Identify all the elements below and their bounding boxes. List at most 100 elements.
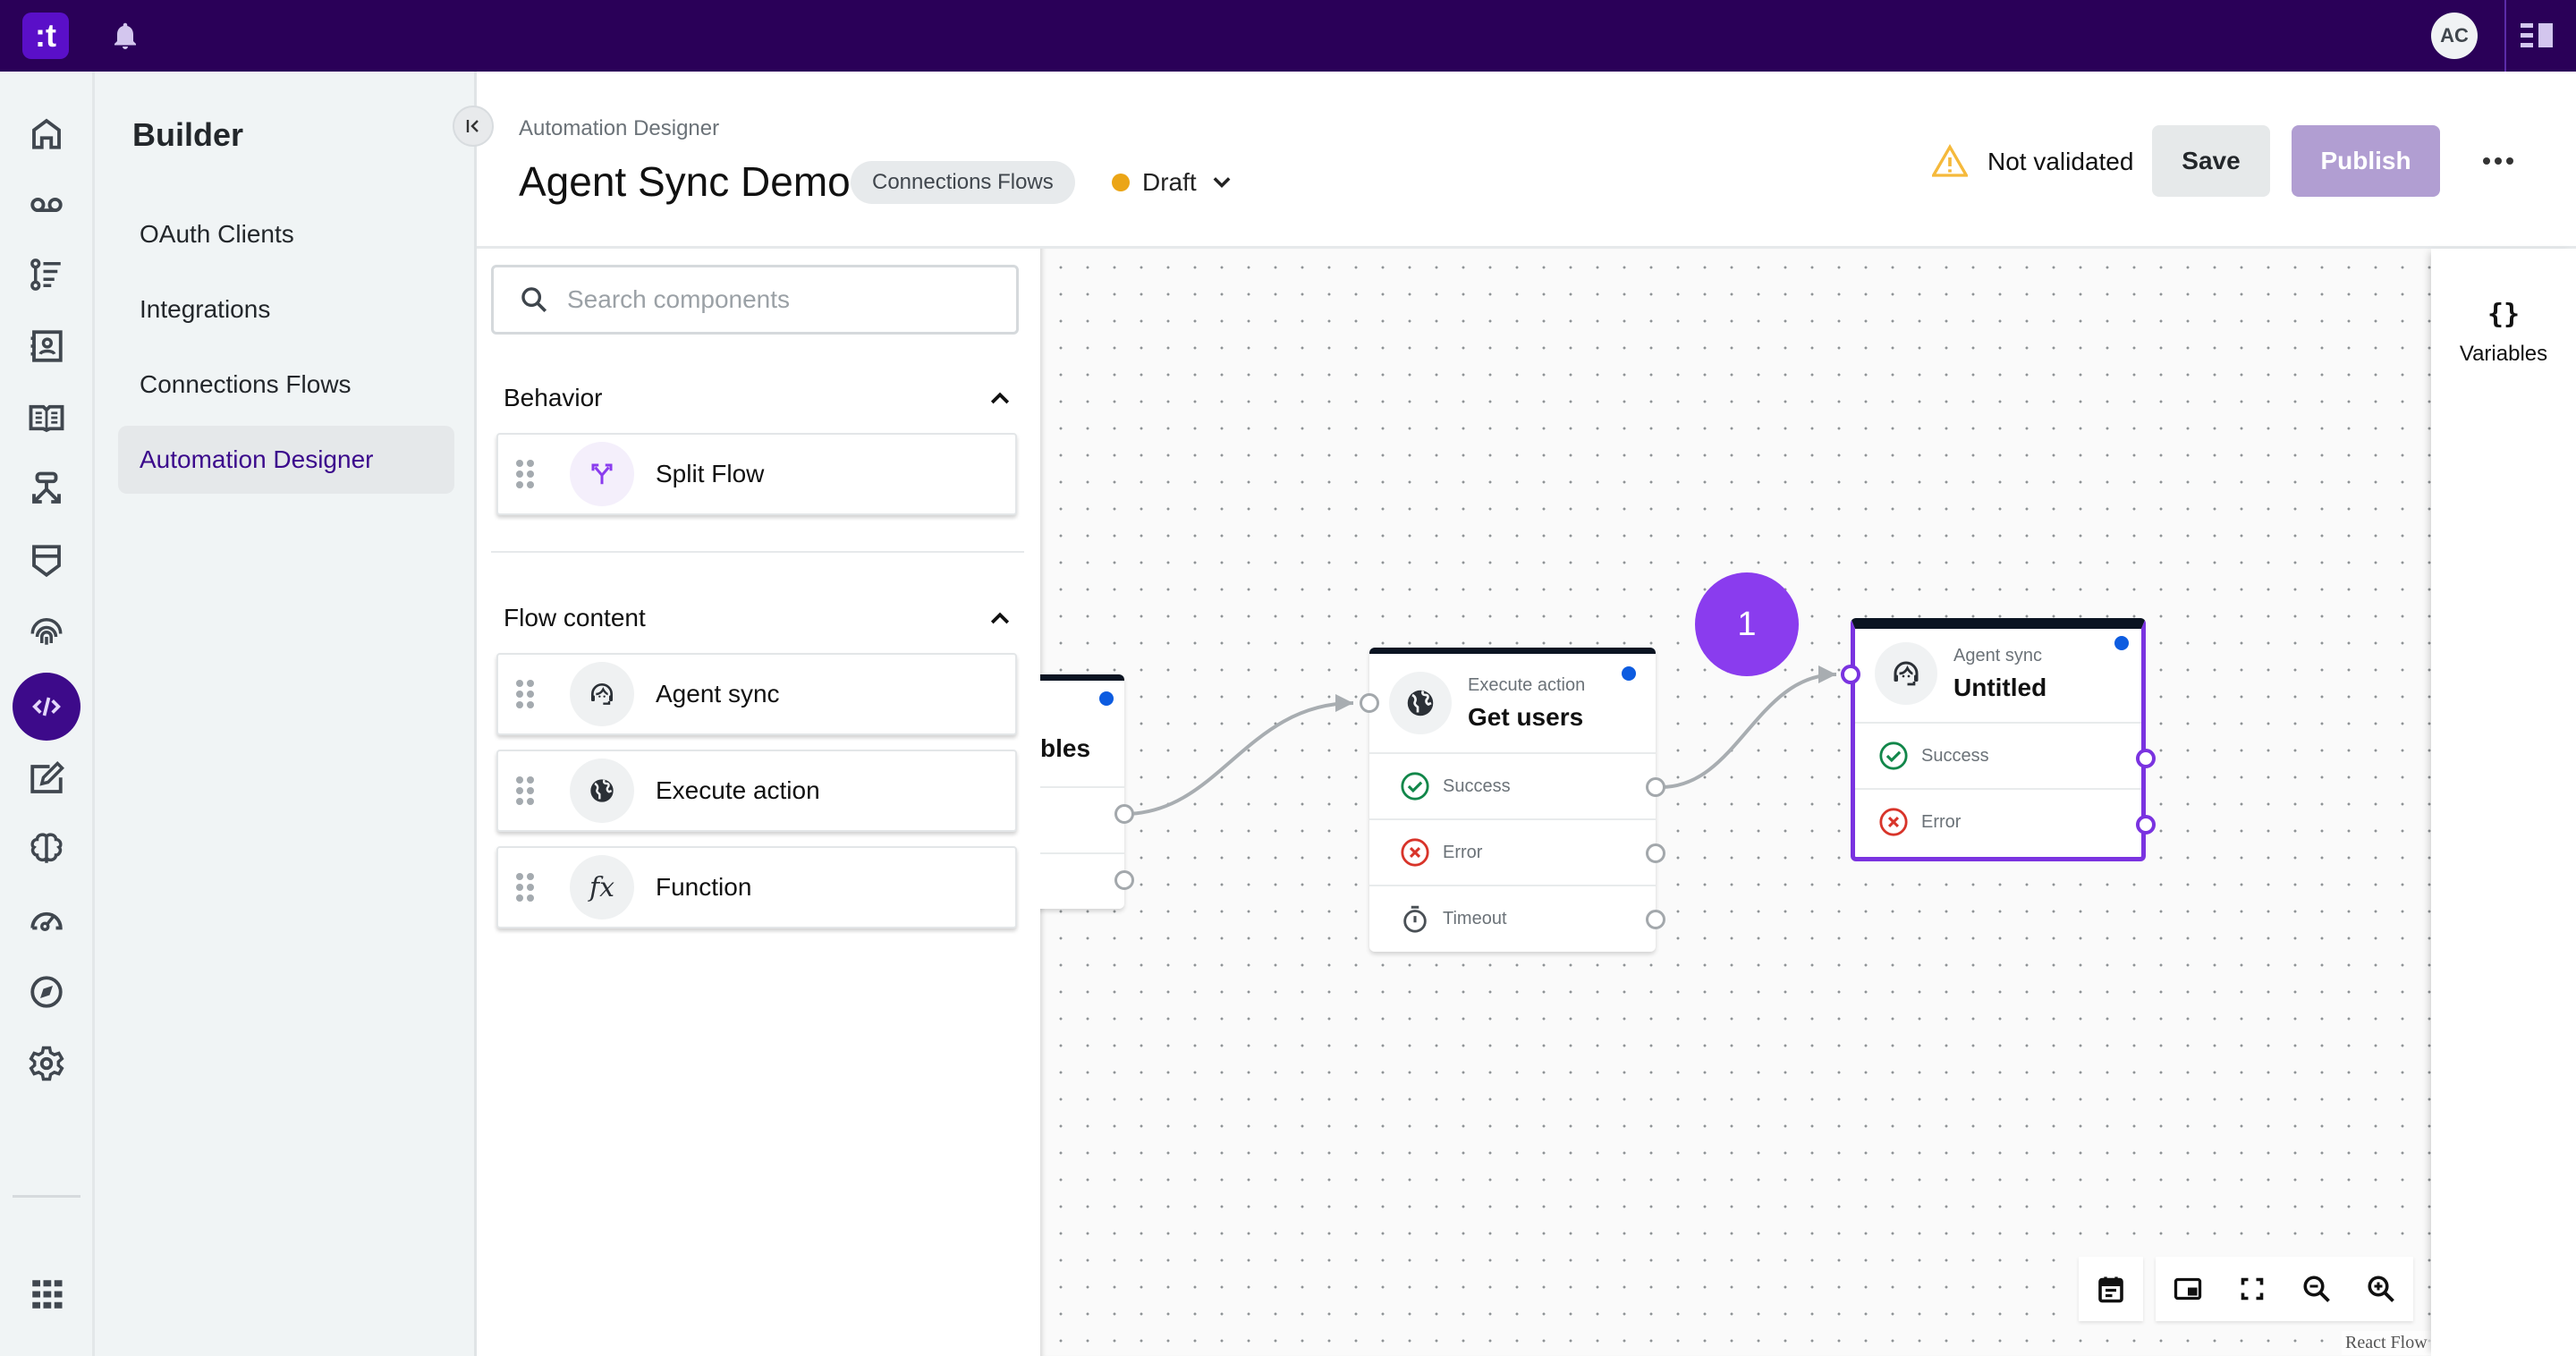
output-handle[interactable] [1114,870,1134,890]
section-divider [491,551,1024,553]
input-handle[interactable] [1360,693,1379,713]
app-logo[interactable]: :t [22,13,69,59]
component-agent-sync[interactable]: Agent sync [496,653,1017,735]
publish-button[interactable]: Publish [2292,125,2440,197]
user-avatar[interactable]: AC [2431,13,2478,59]
output-label: Success [1921,745,1989,766]
drag-handle-icon[interactable] [516,776,534,805]
drag-handle-icon[interactable] [516,460,534,488]
voicemail-icon[interactable] [24,182,69,227]
minimap-toggle-icon[interactable] [2156,1257,2220,1321]
node-output-row [1040,786,1124,852]
variables-panel[interactable]: {} Variables [2431,249,2576,1356]
sidebar-item-automation-designer[interactable]: Automation Designer [118,426,454,494]
node-name: Untitled [1953,673,2047,701]
output-handle-success[interactable] [1646,777,1665,797]
sidebar-item-connections-flows[interactable]: Connections Flows [118,351,454,419]
node-output-row [1040,852,1124,919]
page-title: Agent Sync Demo [519,158,851,205]
routing-icon[interactable] [24,467,69,512]
chevron-up-icon[interactable] [987,605,1013,631]
component-function[interactable]: fx Function [496,846,1017,928]
calendar-icon[interactable] [2079,1257,2143,1321]
apps-grid-icon[interactable] [24,1272,69,1317]
drag-handle-icon[interactable] [516,680,534,708]
output-label: Success [1443,775,1511,796]
node-output-success: Success [1855,722,2141,788]
home-icon[interactable] [24,111,69,156]
brain-icon[interactable] [24,826,69,871]
compass-icon[interactable] [24,970,69,1014]
search-field[interactable] [491,265,1019,335]
edge-get-users-to-agent-sync [1660,673,1837,789]
panel-toggle-icon[interactable] [2521,21,2556,50]
status-dot [1112,174,1130,191]
edge-variables-to-get-users [1123,701,1354,816]
edit-note-icon[interactable] [24,757,69,801]
collapse-sidebar-button[interactable] [453,106,494,147]
react-flow-attribution[interactable]: React Flow [2342,1331,2431,1355]
node-output-error: Error [1855,788,2141,854]
category-chip: Connections Flows [851,161,1075,204]
flow-node-agent-sync[interactable]: Agent sync Untitled Success Error [1851,618,2146,861]
speedometer-icon[interactable] [24,896,69,941]
drag-handle-icon[interactable] [516,873,534,902]
components-panel: Behavior Split Flow Flow content Agent s… [477,249,1040,1356]
component-label: Function [656,873,752,901]
breadcrumb[interactable]: Automation Designer [519,116,719,141]
settings-icon[interactable] [24,1041,69,1086]
fingerprint-icon[interactable] [24,608,69,653]
search-input[interactable] [567,285,996,314]
canvas-controls [2079,1257,2413,1321]
validation-status: Not validated [1932,140,2133,184]
component-execute-action[interactable]: Execute action [496,750,1017,832]
sidebar-item-label: Connections Flows [140,370,352,398]
braces-icon: {} [2487,299,2521,330]
sidebar-item-oauth-clients[interactable]: OAuth Clients [118,200,454,268]
error-x-icon [1879,808,1908,836]
knowledge-book-icon[interactable] [24,395,69,440]
status-dropdown[interactable]: Draft [1112,161,1234,204]
zoom-out-icon[interactable] [2284,1257,2349,1321]
shield-icon[interactable] [24,538,69,583]
edge-arrow [1335,694,1353,712]
sidebar-item-integrations[interactable]: Integrations [118,275,454,343]
save-button[interactable]: Save [2152,125,2270,197]
output-label: Timeout [1443,908,1507,928]
success-check-icon [1879,742,1908,770]
status-label: Draft [1142,168,1197,196]
section-flow-content-header[interactable]: Flow content [504,596,1013,640]
notifications-bell-icon[interactable] [109,20,141,52]
node-output-success: Success [1369,752,1656,818]
more-options-button[interactable] [2479,143,2518,179]
variables-label: Variables [2459,342,2548,366]
search-icon [521,287,547,313]
node-name: bles [1040,734,1091,762]
output-label: Error [1443,842,1483,862]
flow-node-get-users[interactable]: Execute action Get users Success Error T… [1369,648,1656,952]
zoom-in-icon[interactable] [2349,1257,2413,1321]
flow-node-variables[interactable]: bles [1040,674,1124,909]
agent-headset-icon [570,662,634,726]
output-handle[interactable] [1114,804,1134,824]
node-status-dot [1099,691,1114,706]
section-behavior-header[interactable]: Behavior [504,376,1013,420]
input-handle[interactable] [1841,665,1860,684]
output-handle-timeout[interactable] [1646,910,1665,929]
component-label: Split Flow [656,460,765,487]
output-handle-error[interactable] [2136,815,2156,835]
component-split-flow[interactable]: Split Flow [496,433,1017,515]
output-handle-success[interactable] [2136,749,2156,768]
globe-icon [570,759,634,823]
code-icon[interactable] [13,673,80,741]
builder-sidebar: Builder OAuth Clients Integrations Conne… [95,72,477,1356]
sidebar-title: Builder [132,116,244,153]
flow-canvas[interactable]: bles Execute action Get users Success Er… [1040,249,2431,1356]
chevron-up-icon[interactable] [987,385,1013,411]
success-check-icon [1401,772,1429,801]
journey-list-icon[interactable] [24,252,69,297]
output-handle-error[interactable] [1646,843,1665,863]
globe-icon [1389,672,1452,734]
fit-view-icon[interactable] [2220,1257,2284,1321]
contacts-book-icon[interactable] [24,324,69,369]
